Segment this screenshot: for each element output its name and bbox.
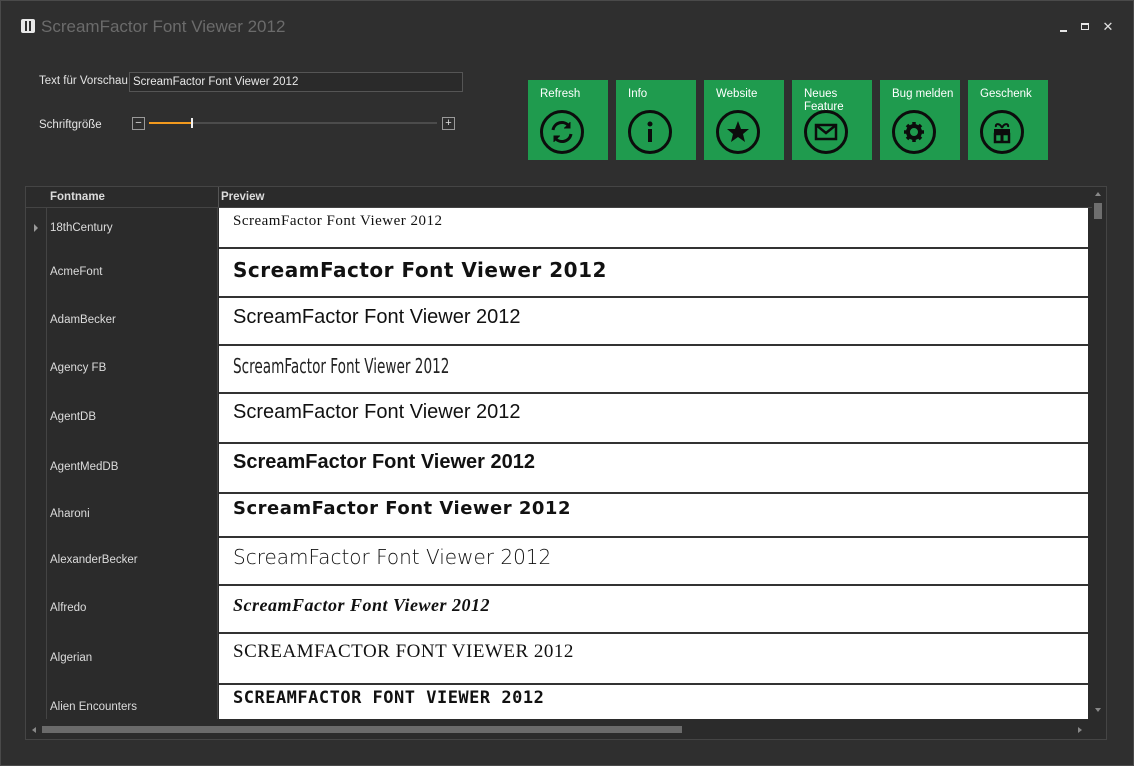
font-name: 18thCentury — [50, 222, 113, 234]
horizontal-scroll-thumb[interactable] — [42, 726, 682, 733]
refresh-icon — [540, 110, 584, 154]
font-preview: ScreamFactor Font Viewer 2012 — [219, 444, 1088, 494]
font-name: AdamBecker — [50, 314, 116, 326]
scroll-right-arrow-icon[interactable] — [1078, 727, 1082, 733]
tile-label: Refresh — [540, 88, 581, 100]
preview-text-label: Text für Vorschau — [39, 75, 128, 87]
scroll-down-arrow-icon[interactable] — [1095, 708, 1101, 712]
font-name: Alien Encounters — [50, 701, 137, 713]
preview-text: ScreamFactor Font Viewer 2012 — [233, 401, 521, 423]
font-size-slider[interactable] — [149, 118, 437, 128]
website-button[interactable]: Website — [704, 80, 784, 160]
window-title: ScreamFactor Font Viewer 2012 — [41, 17, 286, 36]
font-name: AgentDB — [50, 411, 97, 423]
preview-text: ScreamFactor Font Viewer 2012 — [233, 306, 521, 328]
preview-text: ScreamFactor Font Viewer 2012 — [233, 258, 607, 282]
preview-text-input[interactable] — [129, 72, 463, 92]
gift-icon — [980, 110, 1024, 154]
main-window: ScreamFactor Font Viewer 2012 ✕ Text für… — [0, 0, 1134, 766]
refresh-button[interactable]: Refresh — [528, 80, 608, 160]
font-preview: ScreamFactor Font Viewer 2012 — [219, 394, 1088, 444]
font-preview: ScreamFactor Font Viewer 2012 — [219, 586, 1088, 634]
preview-text: ScreamFactor Font Viewer 2012 — [233, 498, 571, 519]
font-preview: ScreamFactor Font Viewer 2012 — [219, 208, 1088, 249]
close-button[interactable]: ✕ — [1099, 18, 1117, 36]
row-selected-arrow-icon — [34, 224, 38, 232]
preview-text: SCREAMFACTOR FONT VIEWER 2012 — [233, 688, 545, 708]
font-size-slider-thumb[interactable] — [191, 118, 193, 128]
info-button[interactable]: Info — [616, 80, 696, 160]
table-row[interactable]: AlexanderBecker ScreamFactor Font Viewer… — [26, 537, 1092, 586]
table-row[interactable]: Aharoni ScreamFactor Font Viewer 2012 — [26, 493, 1092, 538]
font-size-increase-button[interactable]: + — [442, 117, 455, 130]
tile-label: Neues Feature — [804, 88, 844, 113]
font-preview: SCREAMFACTOR FONT VIEWER 2012 — [219, 685, 1088, 719]
vertical-scrollbar[interactable] — [1092, 187, 1106, 719]
font-size-label: Schriftgröße — [39, 119, 102, 131]
font-grid[interactable]: Fontname Preview 18thCentury ScreamFacto… — [25, 186, 1107, 740]
table-row[interactable]: AgentMedDB ScreamFactor Font Viewer 2012 — [26, 443, 1092, 494]
table-row[interactable]: AgentDB ScreamFactor Font Viewer 2012 — [26, 393, 1092, 444]
font-name: Alfredo — [50, 602, 87, 614]
font-name: Aharoni — [50, 508, 90, 520]
preview-text: ScreamFactor Font Viewer 2012 — [233, 213, 443, 229]
tile-label: Bug melden — [892, 88, 954, 100]
mail-icon — [804, 110, 848, 154]
font-name: AgentMedDB — [50, 461, 119, 473]
info-icon — [628, 110, 672, 154]
star-icon — [716, 110, 760, 154]
font-preview: ScreamFactor Font Viewer 2012 — [219, 538, 1088, 586]
horizontal-scrollbar[interactable] — [26, 723, 1092, 737]
font-size-decrease-button[interactable]: − — [132, 117, 145, 130]
preview-text: ScreamFactor Font Viewer 2012 — [233, 354, 450, 378]
table-row[interactable]: Algerian SCREAMFACTOR FONT VIEWER 2012 — [26, 633, 1092, 685]
column-header-fontname[interactable]: Fontname — [50, 187, 216, 207]
preview-text: SCREAMFACTOR FONT VIEWER 2012 — [233, 641, 574, 662]
font-preview: SCREAMFACTOR FONT VIEWER 2012 — [219, 634, 1088, 685]
table-row[interactable]: AdamBecker ScreamFactor Font Viewer 2012 — [26, 297, 1092, 346]
gear-icon — [892, 110, 936, 154]
font-preview: ScreamFactor Font Viewer 2012 — [219, 346, 1088, 394]
font-name: Agency FB — [50, 362, 107, 374]
table-row[interactable]: 18thCentury ScreamFactor Font Viewer 201… — [26, 208, 1092, 249]
font-name: Algerian — [50, 652, 93, 664]
gift-button[interactable]: Geschenk — [968, 80, 1048, 160]
new-feature-button[interactable]: Neues Feature — [792, 80, 872, 160]
font-preview: ScreamFactor Font Viewer 2012 — [219, 298, 1088, 346]
table-row[interactable]: Agency FB ScreamFactor Font Viewer 2012 — [26, 345, 1092, 394]
table-row[interactable]: Alien Encounters SCREAMFACTOR FONT VIEWE… — [26, 684, 1092, 719]
maximize-button[interactable] — [1077, 18, 1095, 36]
app-icon — [21, 19, 35, 33]
scroll-left-arrow-icon[interactable] — [32, 727, 36, 733]
font-size-slider-fill — [149, 122, 192, 124]
column-header-preview[interactable]: Preview — [218, 187, 1091, 207]
font-preview: ScreamFactor Font Viewer 2012 — [219, 494, 1088, 538]
preview-text: ScreamFactor Font Viewer 2012 — [233, 545, 552, 569]
preview-text: ScreamFactor Font Viewer 2012 — [233, 595, 491, 615]
table-row[interactable]: AcmeFont ScreamFactor Font Viewer 2012 — [26, 248, 1092, 298]
tile-label: Website — [716, 88, 758, 100]
minimize-button[interactable] — [1055, 18, 1073, 36]
font-name: AcmeFont — [50, 266, 103, 278]
title-bar[interactable]: ScreamFactor Font Viewer 2012 ✕ — [1, 1, 1133, 53]
report-bug-button[interactable]: Bug melden — [880, 80, 960, 160]
tile-label: Geschenk — [980, 88, 1032, 100]
vertical-scroll-thumb[interactable] — [1094, 203, 1102, 219]
table-row[interactable]: Alfredo ScreamFactor Font Viewer 2012 — [26, 585, 1092, 634]
preview-text: ScreamFactor Font Viewer 2012 — [233, 451, 535, 473]
font-name: AlexanderBecker — [50, 554, 138, 566]
font-rows: 18thCentury ScreamFactor Font Viewer 201… — [26, 208, 1092, 719]
scroll-up-arrow-icon[interactable] — [1095, 192, 1101, 196]
tile-label: Info — [628, 88, 648, 100]
font-preview: ScreamFactor Font Viewer 2012 — [219, 249, 1088, 298]
